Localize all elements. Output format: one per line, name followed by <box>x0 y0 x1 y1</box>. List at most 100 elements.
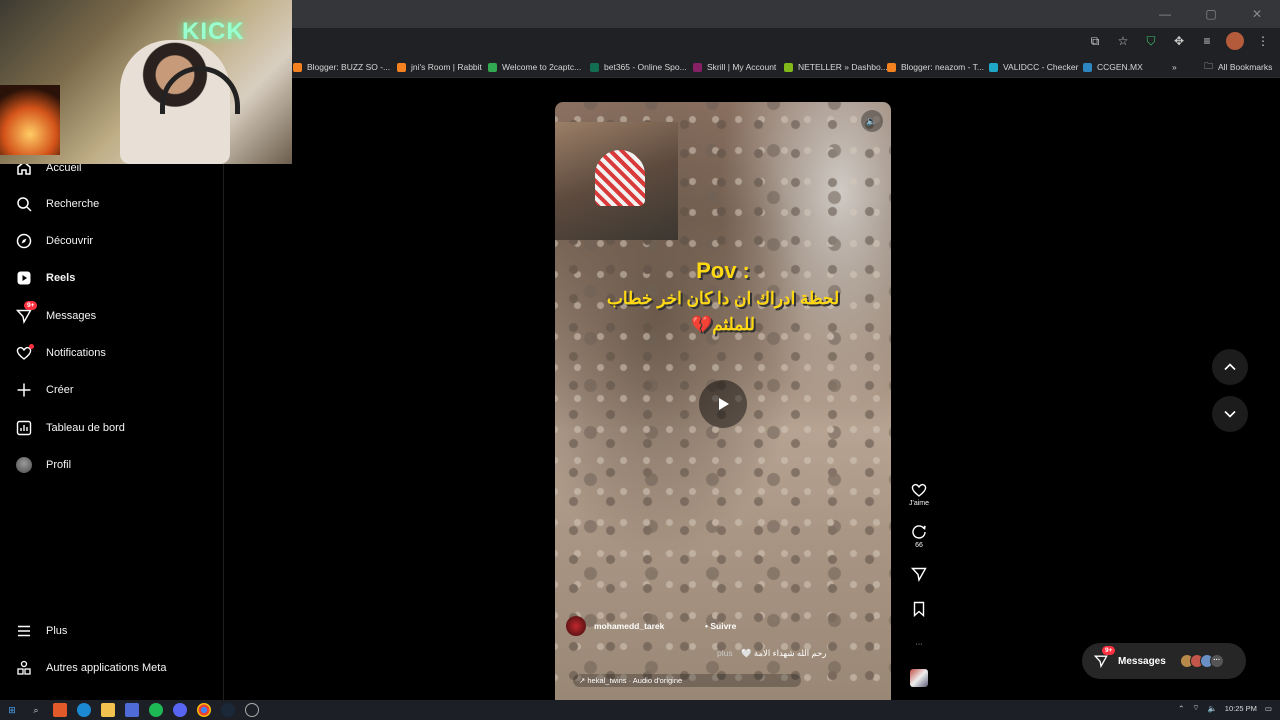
next-reel-button[interactable] <box>1212 396 1248 432</box>
install-app-icon[interactable]: ⧉ <box>1086 32 1104 50</box>
audio-attribution[interactable]: ↗ hekal_twins · Audio d'origine <box>573 674 801 687</box>
play-button[interactable] <box>699 380 747 428</box>
sidebar-item-recherche[interactable]: Recherche <box>14 194 99 214</box>
apps-icon <box>14 658 34 678</box>
messages-pill-label: Messages <box>1118 655 1166 667</box>
folder-icon: 🗀 <box>1204 61 1214 71</box>
messenger-icon: 9+ <box>1092 646 1116 670</box>
edge-icon[interactable] <box>77 703 91 717</box>
bookmark-item[interactable]: Skrill | My Account <box>693 59 776 75</box>
media-controls-icon[interactable]: ≡ <box>1198 32 1216 50</box>
close-button[interactable]: ✕ <box>1234 0 1280 28</box>
follow-button[interactable]: • Suivre <box>705 621 736 631</box>
video-caption-title: Pov : <box>696 258 750 283</box>
sidebar-item-label: Plus <box>46 625 68 637</box>
folder-icon[interactable] <box>101 703 115 717</box>
tray-expand-icon[interactable]: ⌃ <box>1178 704 1184 713</box>
like-button[interactable]: J'aime <box>906 480 932 507</box>
reel-video[interactable]: 🔈 Pov : لحظة ادراك ان دا كان اخر خطاب لل… <box>555 102 891 700</box>
like-label: J'aime <box>908 500 929 507</box>
previous-reel-button[interactable] <box>1212 349 1248 385</box>
compass-icon <box>14 231 34 251</box>
bookmark-item[interactable]: bet365 - Online Spo... <box>590 59 687 75</box>
bookmark-favicon-icon <box>488 62 497 72</box>
heart-icon <box>909 480 929 500</box>
volume-icon[interactable]: 🔈 <box>1207 704 1216 713</box>
sidebar-item-meta-apps[interactable]: Autres applications Meta <box>14 658 166 678</box>
bookmark-item[interactable]: CCGEN.MX <box>1083 59 1143 75</box>
more-options-button[interactable]: ··· <box>906 634 932 654</box>
sidebar-item-creer[interactable]: Créer <box>14 380 74 400</box>
sidebar-item-label: Profil <box>46 459 72 471</box>
sidebar-item-tableau-de-bord[interactable]: Tableau de bord <box>14 418 125 438</box>
profile-avatar-icon[interactable] <box>1226 32 1244 50</box>
sidebar-item-label: Découvrir <box>46 235 94 247</box>
bookmarks-overflow-icon[interactable]: » <box>1172 59 1177 75</box>
sidebar-item-label: Créer <box>46 384 74 396</box>
app-icon[interactable] <box>245 703 259 717</box>
maximize-button[interactable]: ▢ <box>1188 0 1234 28</box>
author-username[interactable]: mohamedd_tarek <box>594 621 664 631</box>
bookmark-item[interactable]: Welcome to 2captc... <box>488 59 581 75</box>
avatar <box>14 455 34 475</box>
store-icon[interactable] <box>125 703 139 717</box>
bookmark-favicon-icon <box>293 62 302 72</box>
reel-description[interactable]: رحم الله شهداء الامة 🤍 plus <box>717 648 887 659</box>
bookmark-item[interactable]: Blogger: BUZZ SO -... <box>293 59 390 75</box>
minimize-button[interactable]: — <box>1142 0 1188 28</box>
sidebar-item-label: Notifications <box>46 347 106 359</box>
bookmark-favicon-icon <box>590 62 599 72</box>
bookmark-favicon-icon <box>1083 62 1092 72</box>
shield-extension-icon[interactable]: ⛉ <box>1142 32 1160 50</box>
steam-icon[interactable] <box>221 703 235 717</box>
messages-pill[interactable]: 9+ Messages ··· <box>1082 643 1246 679</box>
windows-start-icon[interactable]: ⊞ <box>5 703 19 717</box>
bookmark-item[interactable]: VALIDCC - Checker <box>989 59 1078 75</box>
bookmark-item[interactable]: NETELLER » Dashbo... <box>784 59 888 75</box>
browser-menu-icon[interactable]: ⋮ <box>1254 32 1272 50</box>
windows-taskbar: ⊞ ⌕ ⌃ ⌔ 🔈 10:25 PM ▭ <box>0 700 1280 720</box>
bookmark-icon <box>909 599 929 619</box>
comment-icon <box>909 522 929 542</box>
sidebar-item-plus[interactable]: Plus <box>14 621 67 641</box>
avatar[interactable] <box>566 616 586 636</box>
sidebar-item-profil[interactable]: Profil <box>14 455 71 475</box>
more-avatars-icon: ··· <box>1209 654 1224 668</box>
comment-count: 66 <box>915 542 923 549</box>
all-bookmarks-button[interactable]: 🗀 All Bookmarks <box>1204 59 1272 75</box>
chevron-down-icon <box>1224 410 1236 418</box>
system-tray: ⌃ ⌔ 🔈 10:25 PM ▭ <box>1178 703 1272 713</box>
chrome-icon[interactable] <box>197 703 211 717</box>
spotify-icon[interactable] <box>149 703 163 717</box>
comment-button[interactable]: 66 <box>906 522 932 549</box>
share-button[interactable] <box>906 564 932 584</box>
bookmark-star-icon[interactable]: ☆ <box>1114 32 1132 50</box>
extensions-icon[interactable]: ✥ <box>1170 32 1188 50</box>
chevron-up-icon <box>1224 363 1236 371</box>
bookmark-item[interactable]: Blogger: neazom - T... <box>887 59 984 75</box>
sidebar-item-reels[interactable]: Reels <box>14 268 75 288</box>
sound-toggle-icon[interactable]: 🔈 <box>861 110 883 132</box>
sidebar-item-messages[interactable]: 9+ Messages <box>14 301 96 326</box>
video-caption-text: لحظة ادراك ان دا كان اخر خطاب للملثم💔 <box>606 289 840 334</box>
save-button[interactable] <box>906 599 932 619</box>
wifi-icon[interactable]: ⌔ <box>1192 703 1199 713</box>
messenger-icon: 9+ <box>14 301 38 326</box>
notifications-icon[interactable]: ▭ <box>1265 704 1272 713</box>
search-icon <box>14 194 34 214</box>
more-link[interactable]: plus <box>717 648 733 658</box>
inset-image <box>555 122 678 240</box>
sidebar-item-decouvrir[interactable]: Découvrir <box>14 231 93 251</box>
author-row[interactable]: mohamedd_tarek <box>566 616 664 636</box>
search-icon[interactable]: ⌕ <box>29 703 43 717</box>
instagram-page: Accueil Recherche Découvrir Reels 9+ Mes… <box>0 80 1280 700</box>
audio-thumbnail[interactable] <box>910 669 928 687</box>
clock[interactable]: 10:25 PM <box>1225 704 1257 713</box>
bookmark-favicon-icon <box>693 62 702 72</box>
bookmark-item[interactable]: jni's Room | Rabbit <box>397 59 482 75</box>
sidebar-item-label: Recherche <box>46 198 100 210</box>
app-icon[interactable] <box>53 703 67 717</box>
discord-icon[interactable] <box>173 703 187 717</box>
sidebar-item-label: Autres applications Meta <box>46 662 167 674</box>
sidebar-item-notifications[interactable]: Notifications <box>14 343 106 363</box>
